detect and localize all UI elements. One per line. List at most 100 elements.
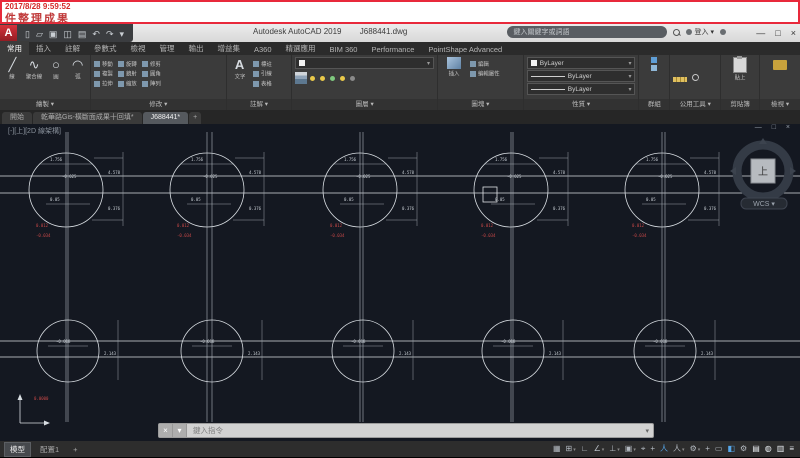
- cad-red-note[interactable]: 0.0000: [34, 396, 49, 401]
- ribbon-tab[interactable]: 註解: [58, 41, 87, 55]
- cad-dim-text[interactable]: 4.578: [249, 170, 262, 175]
- cad-dim-text[interactable]: 0.05: [646, 197, 656, 202]
- cad-dim-text[interactable]: -0.025: [203, 174, 218, 179]
- search-icon[interactable]: [673, 29, 680, 36]
- cad-dim-text[interactable]: 0.05: [191, 197, 201, 202]
- redo-icon[interactable]: ↷: [106, 29, 114, 39]
- cad-red-note[interactable]: 0.012: [481, 223, 494, 228]
- status-toggle-icon[interactable]: ◍: [765, 441, 772, 457]
- cad-dim-text[interactable]: 0.05: [495, 197, 505, 202]
- cad-red-note[interactable]: -0.034: [177, 233, 192, 238]
- status-toggle-icon[interactable]: +: [705, 441, 710, 457]
- cad-dim-text[interactable]: -0.018: [56, 339, 71, 344]
- status-toggle-icon[interactable]: ≡: [789, 441, 794, 457]
- panel-label-utilities[interactable]: 公用工具 ▾: [670, 99, 720, 110]
- cad-dim-text[interactable]: 4.578: [704, 170, 717, 175]
- model-tab[interactable]: 模型: [4, 442, 31, 457]
- measure-icon[interactable]: [673, 77, 687, 82]
- ribbon-tab[interactable]: Performance: [364, 43, 421, 55]
- signin-button[interactable]: 登入 ▾: [686, 27, 714, 37]
- layer-freeze-icon[interactable]: [340, 76, 345, 81]
- cad-red-note[interactable]: -0.034: [330, 233, 345, 238]
- panel-label-layers[interactable]: 圖層 ▾: [292, 99, 437, 110]
- layer-properties-icon[interactable]: [295, 72, 307, 84]
- save-icon[interactable]: ▣: [49, 29, 58, 39]
- cad-dim-text[interactable]: -0.018: [501, 339, 516, 344]
- cad-dim-text[interactable]: -0.018: [351, 339, 366, 344]
- wcs-label[interactable]: WCS ▾: [753, 201, 775, 208]
- cad-dim-text[interactable]: -0.025: [507, 174, 522, 179]
- status-toggle-icon[interactable]: ▣▾: [625, 441, 636, 458]
- panel-label-block[interactable]: 圖塊 ▾: [438, 99, 523, 110]
- cad-dim-text[interactable]: 4.578: [108, 170, 121, 175]
- status-toggle-icon[interactable]: ⊞▾: [566, 441, 576, 458]
- cad-dim-text[interactable]: 2.143: [549, 351, 562, 356]
- group-tool[interactable]: [651, 57, 657, 63]
- save-as-icon[interactable]: ◫: [63, 29, 72, 39]
- cad-dim-text[interactable]: 0.376: [108, 206, 121, 211]
- file-tab[interactable]: 開始: [2, 112, 32, 124]
- new-icon[interactable]: ▯: [25, 29, 30, 39]
- ungroup-tool[interactable]: [651, 65, 657, 71]
- panel-label-annotation[interactable]: 註解 ▾: [227, 99, 292, 110]
- edit-attributes-tool[interactable]: 編輯屬性: [470, 69, 502, 78]
- open-icon[interactable]: ▱: [36, 29, 43, 39]
- leader-tool[interactable]: 引線: [253, 69, 273, 78]
- cad-dim-text[interactable]: 0.376: [402, 206, 415, 211]
- modify-tool[interactable]: 修剪: [142, 59, 162, 68]
- ribbon-tab[interactable]: 檢視: [124, 41, 153, 55]
- cad-dim-text[interactable]: 0.05: [50, 197, 60, 202]
- table-tool[interactable]: 表格: [253, 79, 273, 88]
- circle-tool[interactable]: ○ 圓: [47, 57, 66, 81]
- maximize-button[interactable]: □: [775, 28, 780, 38]
- block-edit-tool[interactable]: 編輯: [470, 59, 502, 68]
- ribbon-tab[interactable]: 精選應用: [279, 41, 323, 55]
- ribbon-tab[interactable]: 輸出: [182, 41, 211, 55]
- file-tab[interactable]: J688441*: [143, 112, 189, 124]
- modify-tool[interactable]: 複製: [94, 69, 114, 78]
- command-prompt[interactable]: 鍵入指令: [193, 425, 645, 436]
- polyline-tool[interactable]: ∿ 聚合線: [25, 57, 44, 81]
- modify-tool[interactable]: 圓角: [142, 69, 162, 78]
- arc-tool[interactable]: ◠ 弧: [68, 57, 87, 81]
- status-toggle-icon[interactable]: ⚙▾: [690, 441, 701, 458]
- autocad-logo-icon[interactable]: A: [0, 25, 17, 42]
- cad-red-note[interactable]: 0.012: [36, 223, 49, 228]
- cad-red-note[interactable]: 0.012: [632, 223, 645, 228]
- cad-dim-text[interactable]: -0.025: [62, 174, 77, 179]
- modify-tool[interactable]: 縮放: [118, 79, 138, 88]
- layer-off-icon[interactable]: [350, 76, 355, 81]
- minimize-button[interactable]: —: [756, 28, 765, 38]
- insert-block-tool[interactable]: 插入: [441, 57, 467, 78]
- panel-label-groups[interactable]: 群組: [639, 99, 669, 110]
- status-toggle-icon[interactable]: +: [650, 441, 655, 457]
- status-toggle-icon[interactable]: 人: [660, 441, 668, 457]
- layer-unlock-icon[interactable]: [330, 76, 335, 81]
- cad-dim-text[interactable]: -0.025: [658, 174, 673, 179]
- cad-red-note[interactable]: -0.034: [36, 233, 51, 238]
- status-toggle-icon[interactable]: ▤: [752, 441, 760, 457]
- cad-red-note[interactable]: 0.012: [330, 223, 343, 228]
- modify-tool[interactable]: 移動: [94, 59, 114, 68]
- cad-red-note[interactable]: -0.034: [632, 233, 647, 238]
- line-tool[interactable]: ╱ 線: [3, 57, 22, 81]
- modify-tool[interactable]: 拉伸: [94, 79, 114, 88]
- help-icon[interactable]: [720, 29, 726, 35]
- cad-red-note[interactable]: -0.034: [481, 233, 496, 238]
- new-drawing-tab-button[interactable]: +: [189, 112, 201, 124]
- file-tab[interactable]: 乾華路Gis-橫斷面成果十回填*: [33, 112, 142, 124]
- modify-tool[interactable]: 陣列: [142, 79, 162, 88]
- cad-dim-text[interactable]: 1.756: [191, 157, 204, 162]
- paste-tool[interactable]: 貼上: [728, 57, 752, 82]
- status-toggle-icon[interactable]: ▭: [715, 441, 723, 457]
- cad-dim-text[interactable]: 4.578: [553, 170, 566, 175]
- ribbon-tab[interactable]: 增益集: [211, 41, 248, 55]
- color-dropdown[interactable]: ByLayer ▾: [527, 57, 636, 69]
- modify-tool[interactable]: 鏡射: [118, 69, 138, 78]
- ribbon-tab[interactable]: 參數式: [87, 41, 124, 55]
- status-toggle-icon[interactable]: ∠▾: [594, 441, 605, 458]
- linetype-dropdown[interactable]: ByLayer ▾: [527, 83, 636, 95]
- cad-dim-text[interactable]: 0.376: [249, 206, 262, 211]
- cad-canvas[interactable]: 1.756-0.0250.054.5780.3760.012-0.0341.75…: [0, 124, 800, 441]
- cad-dim-text[interactable]: -0.018: [653, 339, 668, 344]
